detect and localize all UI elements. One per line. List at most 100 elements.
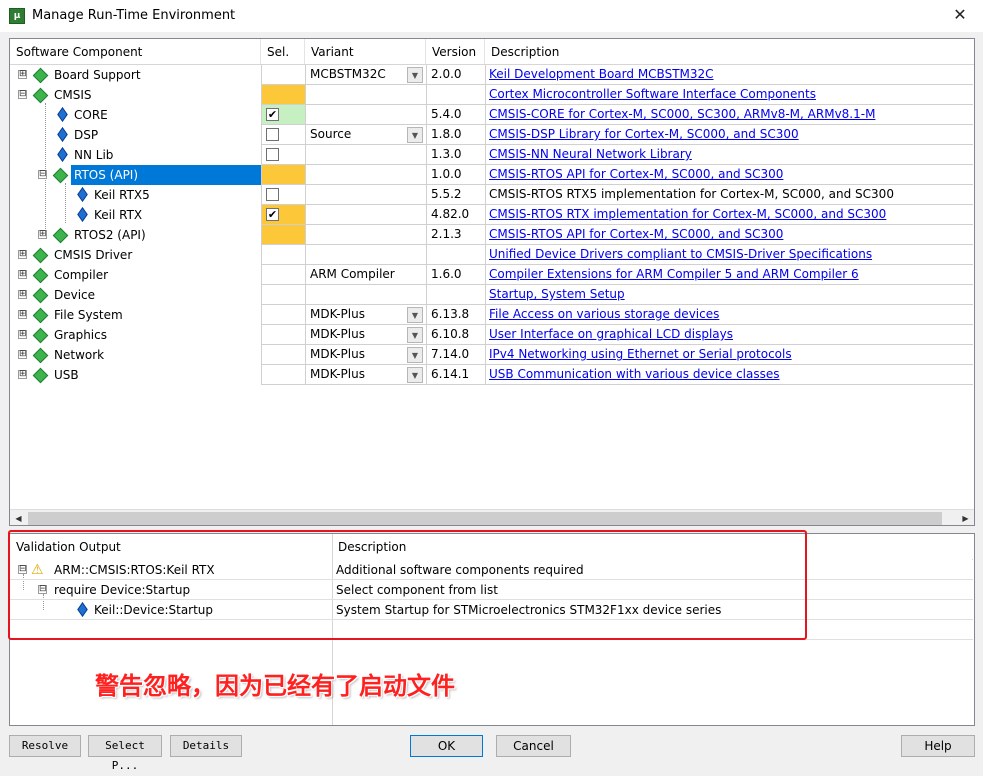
expand-icon[interactable]: ⊞ [18,330,27,339]
collapse-icon[interactable]: ⊟ [18,90,27,99]
ok-button[interactable]: OK [410,735,483,757]
description-cell[interactable]: User Interface on graphical LCD displays [485,325,973,345]
description-link[interactable]: CMSIS-RTOS RTX implementation for Cortex… [489,207,886,221]
chevron-down-icon[interactable]: ▼ [407,307,423,323]
description-cell[interactable]: Keil Development Board MCBSTM32C [485,65,973,85]
cancel-button[interactable]: Cancel [496,735,571,757]
scroll-right-icon[interactable]: ▶ [957,510,974,525]
tree-row-board-support[interactable]: ⊞ Board Support MCBSTM32C ▼ 2.0.0 Keil De… [10,65,973,85]
description-link[interactable]: Keil Development Board MCBSTM32C [489,67,714,81]
description-link[interactable]: CMSIS-NN Neural Network Library [489,147,692,161]
title-bar: µ Manage Run-Time Environment ✕ [0,0,983,32]
sel-cell [261,265,305,285]
description-cell[interactable]: CMSIS-RTOS RTX implementation for Cortex… [485,205,973,225]
select-checkbox[interactable]: ✔ [266,208,279,221]
details-button[interactable]: Details [170,735,242,757]
tree-row-rtos2-api[interactable]: ⊞ RTOS2 (API) 2.1.3 CMSIS-RTOS API for C… [10,225,973,245]
expand-icon[interactable]: ⊞ [18,370,27,379]
scroll-left-icon[interactable]: ◀ [10,510,27,525]
select-checkbox[interactable] [266,188,279,201]
select-packs-button[interactable]: Select P... [88,735,162,772]
column-header-variant[interactable]: Variant [305,39,426,65]
description-cell[interactable]: CMSIS-RTOS API for Cortex-M, SC000, and … [485,225,973,245]
description-cell[interactable]: CMSIS-DSP Library for Cortex-M, SC000, a… [485,125,973,145]
description-link[interactable]: CMSIS-DSP Library for Cortex-M, SC000, a… [489,127,799,141]
version-cell: 5.4.0 [426,105,485,125]
expand-icon[interactable]: ⊞ [18,310,27,319]
help-button[interactable]: Help [901,735,975,757]
column-header-component[interactable]: Software Component [10,39,261,65]
description-cell[interactable]: Compiler Extensions for ARM Compiler 5 a… [485,265,973,285]
description-link[interactable]: Unified Device Drivers compliant to CMSI… [489,247,872,261]
tree-row-network[interactable]: ⊞ Network MDK-Plus ▼ 7.14.0 IPv4 Networki… [10,345,973,365]
description-link[interactable]: CMSIS-RTOS API for Cortex-M, SC000, and … [489,227,783,241]
select-checkbox[interactable] [266,128,279,141]
description-link[interactable]: User Interface on graphical LCD displays [489,327,733,341]
variant-cell[interactable]: MDK-Plus ▼ [305,345,426,365]
expand-icon[interactable]: ⊞ [38,230,47,239]
description-link[interactable]: File Access on various storage devices [489,307,719,321]
tree-row-device[interactable]: ⊞ Device Startup, System Setup [10,285,973,305]
tree-row-cmsis[interactable]: ⊟ CMSIS Cortex Microcontroller Software … [10,85,973,105]
tree-row-core[interactable]: CORE ✔ 5.4.0 CMSIS-CORE for Cortex-M, SC… [10,105,973,125]
select-checkbox[interactable]: ✔ [266,108,279,121]
chevron-down-icon[interactable]: ▼ [407,67,423,83]
description-cell[interactable]: IPv4 Networking using Ethernet or Serial… [485,345,973,365]
chevron-down-icon[interactable]: ▼ [407,367,423,383]
description-cell[interactable]: Startup, System Setup [485,285,973,305]
description-link[interactable]: Compiler Extensions for ARM Compiler 5 a… [489,267,859,281]
description-cell[interactable]: File Access on various storage devices [485,305,973,325]
tree-row-nn-lib[interactable]: NN Lib 1.3.0 CMSIS-NN Neural Network Lib… [10,145,973,165]
column-header-sel[interactable]: Sel. [261,39,305,65]
expand-icon[interactable]: ⊞ [18,270,27,279]
component-diamond-icon [53,228,67,242]
tree-row-file-system[interactable]: ⊞ File System MDK-Plus ▼ 6.13.8 File Acce… [10,305,973,325]
chevron-down-icon[interactable]: ▼ [407,347,423,363]
select-checkbox[interactable] [266,148,279,161]
column-header-version[interactable]: Version [426,39,485,65]
tree-row-compiler[interactable]: ⊞ Compiler ARM Compiler 1.6.0 Compiler E… [10,265,973,285]
description-link[interactable]: USB Communication with various device cl… [489,367,780,381]
component-gem-icon [57,129,67,141]
description-cell[interactable]: CMSIS-NN Neural Network Library [485,145,973,165]
description-cell[interactable]: CMSIS-CORE for Cortex-M, SC000, SC300, A… [485,105,973,125]
expand-icon[interactable]: ⊞ [18,70,27,79]
description-cell[interactable]: Cortex Microcontroller Software Interfac… [485,85,973,105]
version-cell: 7.14.0 [426,345,485,365]
description-link[interactable]: CMSIS-CORE for Cortex-M, SC000, SC300, A… [489,107,875,121]
tree-row-rtos-api[interactable]: ⊟ RTOS (API) 1.0.0 CMSIS-RTOS API for Co… [10,165,973,185]
close-button[interactable]: ✕ [937,0,983,32]
description-cell[interactable]: USB Communication with various device cl… [485,365,973,385]
scrollbar-thumb[interactable] [28,512,942,525]
tree-row-keil-rtx5[interactable]: Keil RTX5 5.5.2 CMSIS-RTOS RTX5 implemen… [10,185,973,205]
description-cell[interactable]: CMSIS-RTOS API for Cortex-M, SC000, and … [485,165,973,185]
description-link[interactable]: Cortex Microcontroller Software Interfac… [489,87,816,101]
description-link[interactable]: Startup, System Setup [489,287,625,301]
collapse-icon[interactable]: ⊟ [38,170,47,179]
variant-cell[interactable]: MDK-Plus ▼ [305,365,426,385]
variant-cell[interactable]: MDK-Plus ▼ [305,325,426,345]
expand-icon[interactable]: ⊞ [18,250,27,259]
variant-cell[interactable]: MCBSTM32C ▼ [305,65,426,85]
sel-cell [261,325,305,345]
chevron-down-icon[interactable]: ▼ [407,327,423,343]
tree-row-graphics[interactable]: ⊞ Graphics MDK-Plus ▼ 6.10.8 User Interfa… [10,325,973,345]
expand-icon[interactable]: ⊞ [18,290,27,299]
tree-row-cmsis-driver[interactable]: ⊞ CMSIS Driver Unified Device Drivers co… [10,245,973,265]
expand-icon[interactable]: ⊞ [18,350,27,359]
horizontal-scrollbar[interactable]: ◀ ▶ [10,509,974,525]
description-link[interactable]: IPv4 Networking using Ethernet or Serial… [489,347,792,361]
description-cell[interactable]: Unified Device Drivers compliant to CMSI… [485,245,973,265]
variant-cell[interactable]: Source ▼ [305,125,426,145]
tree-row-dsp[interactable]: DSP Source ▼ 1.8.0 CMSIS-DSP Library for … [10,125,973,145]
description-link[interactable]: CMSIS-RTOS API for Cortex-M, SC000, and … [489,167,783,181]
variant-cell[interactable]: MDK-Plus ▼ [305,305,426,325]
tree-row-usb[interactable]: ⊞ USB MDK-Plus ▼ 6.14.1 USB Communication… [10,365,973,385]
chevron-down-icon[interactable]: ▼ [407,127,423,143]
tree-item-label: RTOS2 (API) [74,228,146,242]
sel-cell-conflict: ✔ [261,205,305,225]
column-header-description[interactable]: Description [485,39,974,65]
tree-item-label: Graphics [54,328,107,342]
resolve-button[interactable]: Resolve [9,735,81,757]
tree-row-keil-rtx[interactable]: Keil RTX ✔ 4.82.0 CMSIS-RTOS RTX impleme… [10,205,973,225]
